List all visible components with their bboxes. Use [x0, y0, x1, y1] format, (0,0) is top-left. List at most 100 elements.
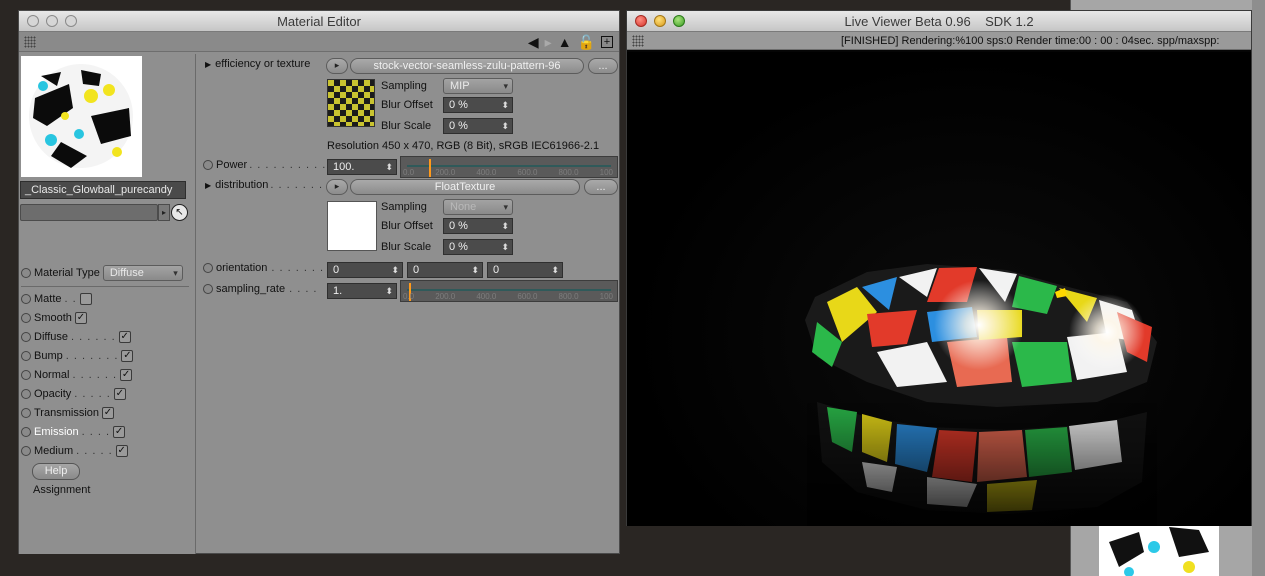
- channel-radio[interactable]: [21, 446, 31, 456]
- channel-checkbox-opacity[interactable]: ✓: [113, 388, 126, 400]
- eff-sampling-row: Sampling MIP: [381, 78, 513, 94]
- sampling-rate-radio[interactable]: [203, 284, 213, 294]
- orientation-z-input[interactable]: 0: [487, 262, 563, 278]
- assignment-tab[interactable]: Assignment: [33, 484, 90, 496]
- expand-triangle-icon[interactable]: ▶: [205, 181, 211, 190]
- orientation-radio[interactable]: [203, 263, 213, 273]
- dot-leader: . . . . . . .: [65, 350, 119, 362]
- grip-icon[interactable]: [632, 35, 644, 47]
- window-title: Material Editor: [277, 14, 361, 29]
- channel-checkbox-matte[interactable]: [79, 293, 92, 305]
- blur-scale-input[interactable]: 0 %: [443, 239, 513, 255]
- material-type-dropdown[interactable]: Diffuse: [102, 265, 183, 281]
- render-status-bar: [FINISHED] Rendering:%100 sps:0 Render t…: [627, 32, 1251, 50]
- zoom-button[interactable]: [673, 15, 685, 27]
- sampling-rate-input[interactable]: 1.: [327, 283, 397, 299]
- orientation-label: orientation: [216, 262, 268, 274]
- channel-label: Normal: [34, 369, 70, 381]
- expand-triangle-icon[interactable]: ▶: [205, 60, 211, 69]
- dot-leader: . .: [64, 293, 77, 305]
- distribution-more-button[interactable]: ...: [584, 179, 618, 195]
- channel-row-medium: Medium . . . . . ✓: [21, 442, 128, 460]
- channel-radio[interactable]: [21, 313, 31, 323]
- channel-checkbox-emission[interactable]: ✓: [113, 426, 126, 438]
- live-viewer-window: Live Viewer Beta 0.96 SDK 1.2 [FINISHED]…: [626, 10, 1252, 526]
- material-name-field[interactable]: _Classic_Glowball_purecandy: [20, 181, 186, 199]
- blur-scale-label: Blur Scale: [381, 241, 432, 253]
- distribution-label: distribution: [215, 179, 269, 191]
- material-editor-titlebar[interactable]: Material Editor: [19, 11, 619, 32]
- channel-checkbox-transmission[interactable]: ✓: [102, 407, 114, 419]
- channel-row-normal: Normal . . . . . . ✓: [21, 366, 133, 384]
- channel-label[interactable]: Emission: [34, 426, 79, 438]
- eff-blur-scale-row: Blur Scale 0 %: [381, 118, 513, 134]
- help-button[interactable]: Help: [32, 463, 80, 480]
- desktop-edge: [1252, 0, 1265, 576]
- link-arrow-icon[interactable]: ▸: [158, 204, 170, 221]
- channel-radio[interactable]: [21, 389, 31, 399]
- animate-radio[interactable]: [21, 268, 31, 278]
- blur-scale-input[interactable]: 0 %: [443, 118, 513, 134]
- live-viewer-titlebar[interactable]: Live Viewer Beta 0.96 SDK 1.2: [627, 11, 1251, 32]
- channel-radio[interactable]: [21, 332, 31, 342]
- channel-radio[interactable]: [21, 370, 31, 380]
- minimize-button[interactable]: [46, 15, 58, 27]
- distribution-texture-button[interactable]: FloatTexture: [350, 179, 580, 195]
- power-slider[interactable]: 0.0 200.0 400.0 600.0 800.0 100: [400, 156, 618, 178]
- channel-radio[interactable]: [21, 294, 31, 304]
- efficiency-row: ▶ efficiency or texture: [205, 58, 310, 70]
- channel-label: Transmission: [34, 407, 99, 419]
- close-button[interactable]: [635, 15, 647, 27]
- render-view[interactable]: [627, 52, 1251, 526]
- channel-checkbox-normal[interactable]: ✓: [120, 369, 133, 381]
- material-preview[interactable]: [21, 56, 142, 177]
- distribution-thumbnail[interactable]: [327, 201, 377, 251]
- back-arrow-icon[interactable]: ◀: [528, 34, 539, 50]
- power-input[interactable]: 100.: [327, 159, 397, 175]
- grip-icon[interactable]: [24, 36, 36, 48]
- channel-row-matte: Matte . .: [21, 290, 92, 308]
- channel-checkbox-smooth[interactable]: ✓: [74, 312, 87, 324]
- lock-icon[interactable]: 🔓: [578, 34, 595, 50]
- channel-checkbox-diffuse[interactable]: ✓: [118, 331, 131, 343]
- dot-leader: . . . . . . . .: [271, 262, 333, 274]
- minimize-button[interactable]: [654, 15, 666, 27]
- headlight-glow: [1069, 294, 1145, 370]
- shader-arrow-button[interactable]: ▸: [326, 179, 348, 195]
- orientation-x-input[interactable]: 0: [327, 262, 403, 278]
- pick-arrow-icon[interactable]: ↖: [171, 204, 188, 221]
- sampling-rate-row: sampling_rate . . . .: [203, 283, 318, 295]
- channel-checkbox-medium[interactable]: ✓: [115, 445, 128, 457]
- channel-radio[interactable]: [21, 408, 31, 418]
- resolution-text: Resolution 450 x 470, RGB (8 Bit), sRGB …: [327, 140, 600, 152]
- background-material-thumbnail: [1099, 522, 1219, 576]
- forward-arrow-icon[interactable]: ▸: [545, 34, 552, 50]
- new-window-icon[interactable]: +: [601, 36, 613, 48]
- efficiency-label: efficiency or texture: [215, 58, 311, 70]
- power-row: Power . . . . . . . . . . . .: [203, 159, 342, 171]
- up-arrow-icon[interactable]: ▲: [558, 34, 572, 50]
- channel-radio[interactable]: [21, 427, 31, 437]
- blur-offset-input[interactable]: 0 %: [443, 97, 513, 113]
- dist-sampling-row: Sampling None: [381, 199, 513, 215]
- channel-checkbox-bump[interactable]: ✓: [121, 350, 134, 362]
- power-label: Power: [216, 159, 248, 171]
- link-field[interactable]: [20, 204, 158, 221]
- channel-row-opacity: Opacity . . . . . ✓: [21, 385, 126, 403]
- dot-leader: . . . . .: [76, 445, 113, 457]
- shader-arrow-button[interactable]: ▸: [326, 58, 348, 74]
- orientation-row: orientation . . . . . . . .: [203, 262, 332, 274]
- sampling-rate-slider[interactable]: 0.0 200.0 400.0 600.0 800.0 100: [400, 280, 618, 302]
- channel-radio[interactable]: [21, 351, 31, 361]
- texture-thumbnail[interactable]: [327, 79, 375, 127]
- distribution-row: ▶ distribution . . . . . . . . .: [205, 179, 339, 191]
- efficiency-more-button[interactable]: ...: [588, 58, 618, 74]
- orientation-y-input[interactable]: 0: [407, 262, 483, 278]
- blur-offset-input[interactable]: 0 %: [443, 218, 513, 234]
- power-radio[interactable]: [203, 160, 213, 170]
- sampling-dropdown[interactable]: None: [443, 199, 513, 215]
- efficiency-texture-button[interactable]: stock-vector-seamless-zulu-pattern-96: [350, 58, 584, 74]
- sampling-dropdown[interactable]: MIP: [443, 78, 513, 94]
- close-button[interactable]: [27, 15, 39, 27]
- zoom-button[interactable]: [65, 15, 77, 27]
